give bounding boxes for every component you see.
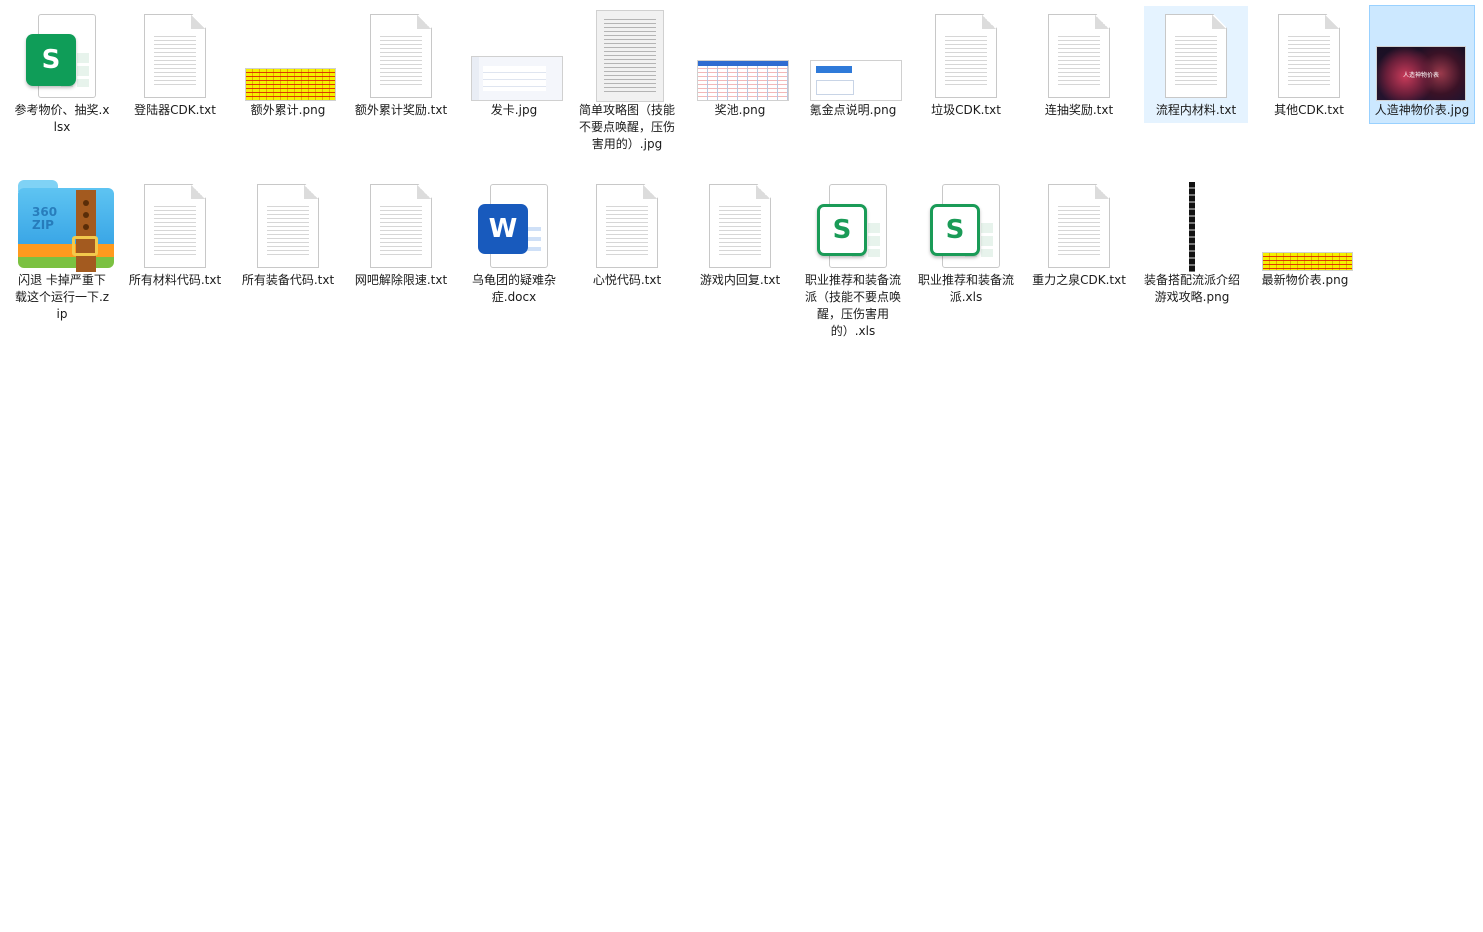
word-logo-icon: W (478, 204, 528, 254)
file-name: 奖池.png (714, 103, 766, 117)
file-item[interactable]: 发卡.jpg (462, 6, 566, 123)
text-file-icon (1165, 14, 1227, 98)
file-item[interactable]: 简单攻略图（技能不要点唤醒，压伤害用的）.jpg (575, 6, 679, 157)
spreadsheet-logo-icon: S (26, 34, 76, 86)
file-item[interactable]: S 职业推荐和装备流派.xls (914, 176, 1018, 310)
file-item[interactable]: 氪金点说明.png (801, 6, 905, 123)
file-name: 发卡.jpg (490, 103, 538, 117)
spreadsheet-logo-icon: S (817, 204, 867, 256)
file-name: 登陆器CDK.txt (134, 103, 216, 117)
text-file-icon (370, 184, 432, 268)
image-thumbnail (810, 60, 902, 101)
file-name: 简单攻略图（技能不要点唤醒，压伤害用的）.jpg (579, 103, 676, 151)
file-item[interactable]: 额外累计奖励.txt (349, 6, 453, 123)
file-name: 乌龟团的疑难杂症.docx (471, 273, 556, 304)
image-thumbnail (245, 68, 336, 101)
file-item[interactable]: 垃圾CDK.txt (914, 6, 1018, 123)
text-file-icon (144, 184, 206, 268)
file-item[interactable]: W 乌龟团的疑难杂症.docx (462, 176, 566, 310)
file-item[interactable]: S 职业推荐和装备流派（技能不要点唤醒，压伤害用的）.xls (801, 176, 905, 344)
file-name: 游戏内回复.txt (699, 273, 781, 287)
file-name: 装备搭配流派介绍游戏攻略.png (1144, 273, 1241, 304)
image-thumbnail (1189, 182, 1195, 272)
file-name: 职业推荐和装备流派.xls (918, 273, 1015, 304)
image-thumbnail (1262, 252, 1353, 271)
file-name: 网吧解除限速.txt (354, 273, 448, 287)
file-name: 氪金点说明.png (809, 103, 897, 117)
file-name: 重力之泉CDK.txt (1032, 273, 1126, 287)
text-file-icon (596, 184, 658, 268)
file-item[interactable]: 网吧解除限速.txt (349, 176, 453, 293)
file-name: 所有装备代码.txt (241, 273, 335, 287)
file-item[interactable]: 最新物价表.png (1253, 176, 1357, 293)
text-file-icon (1278, 14, 1340, 98)
image-thumbnail (471, 56, 563, 101)
file-item[interactable]: 其他CDK.txt (1257, 6, 1361, 123)
file-name: 最新物价表.png (1261, 273, 1349, 287)
file-item[interactable]: 心悦代码.txt (575, 176, 679, 293)
file-name: 流程内材料.txt (1155, 103, 1237, 117)
file-item[interactable]: 装备搭配流派介绍游戏攻略.png (1140, 176, 1244, 310)
text-file-icon (935, 14, 997, 98)
file-item[interactable]: 游戏内回复.txt (688, 176, 792, 293)
file-name: 其他CDK.txt (1274, 103, 1344, 117)
file-item[interactable]: 360 ZIP 闪退 卡掉严重下载这个运行一下.zip (10, 176, 114, 327)
file-item[interactable]: 额外累计.png (236, 6, 340, 123)
file-name: 垃圾CDK.txt (931, 103, 1001, 117)
file-name: 职业推荐和装备流派（技能不要点唤醒，压伤害用的）.xls (805, 273, 902, 338)
file-name: 额外累计.png (250, 103, 326, 117)
file-item[interactable]: 所有材料代码.txt (123, 176, 227, 293)
text-file-icon (1048, 14, 1110, 98)
file-item[interactable]: 流程内材料.txt (1144, 6, 1248, 123)
zip-archive-icon: 360 ZIP (18, 180, 114, 272)
file-item[interactable]: 登陆器CDK.txt (123, 6, 227, 123)
text-file-icon (709, 184, 771, 268)
file-item[interactable]: S 参考物价、抽奖.xlsx (10, 6, 114, 140)
image-thumbnail (596, 10, 664, 102)
text-file-icon (1048, 184, 1110, 268)
file-name: 闪退 卡掉严重下载这个运行一下.zip (14, 273, 110, 321)
image-thumbnail: 人造神物价表 (1376, 46, 1466, 101)
thumbnail-caption: 人造神物价表 (1402, 72, 1439, 80)
file-item[interactable]: 重力之泉CDK.txt (1027, 176, 1131, 293)
file-item-selected[interactable]: 人造神物价表 人造神物价表.jpg (1369, 5, 1475, 124)
text-file-icon (144, 14, 206, 98)
file-item[interactable]: 连抽奖励.txt (1027, 6, 1131, 123)
file-name: 心悦代码.txt (592, 273, 662, 287)
spreadsheet-logo-icon: S (930, 204, 980, 256)
file-name: 连抽奖励.txt (1044, 103, 1114, 117)
file-name: 额外累计奖励.txt (354, 103, 448, 117)
file-item[interactable]: 所有装备代码.txt (236, 176, 340, 293)
file-item[interactable]: 奖池.png (688, 6, 792, 123)
image-thumbnail (697, 60, 789, 101)
file-name: 所有材料代码.txt (128, 273, 222, 287)
text-file-icon (370, 14, 432, 98)
text-file-icon (257, 184, 319, 268)
file-name: 参考物价、抽奖.xlsx (14, 103, 110, 134)
file-name: 人造神物价表.jpg (1374, 103, 1470, 117)
